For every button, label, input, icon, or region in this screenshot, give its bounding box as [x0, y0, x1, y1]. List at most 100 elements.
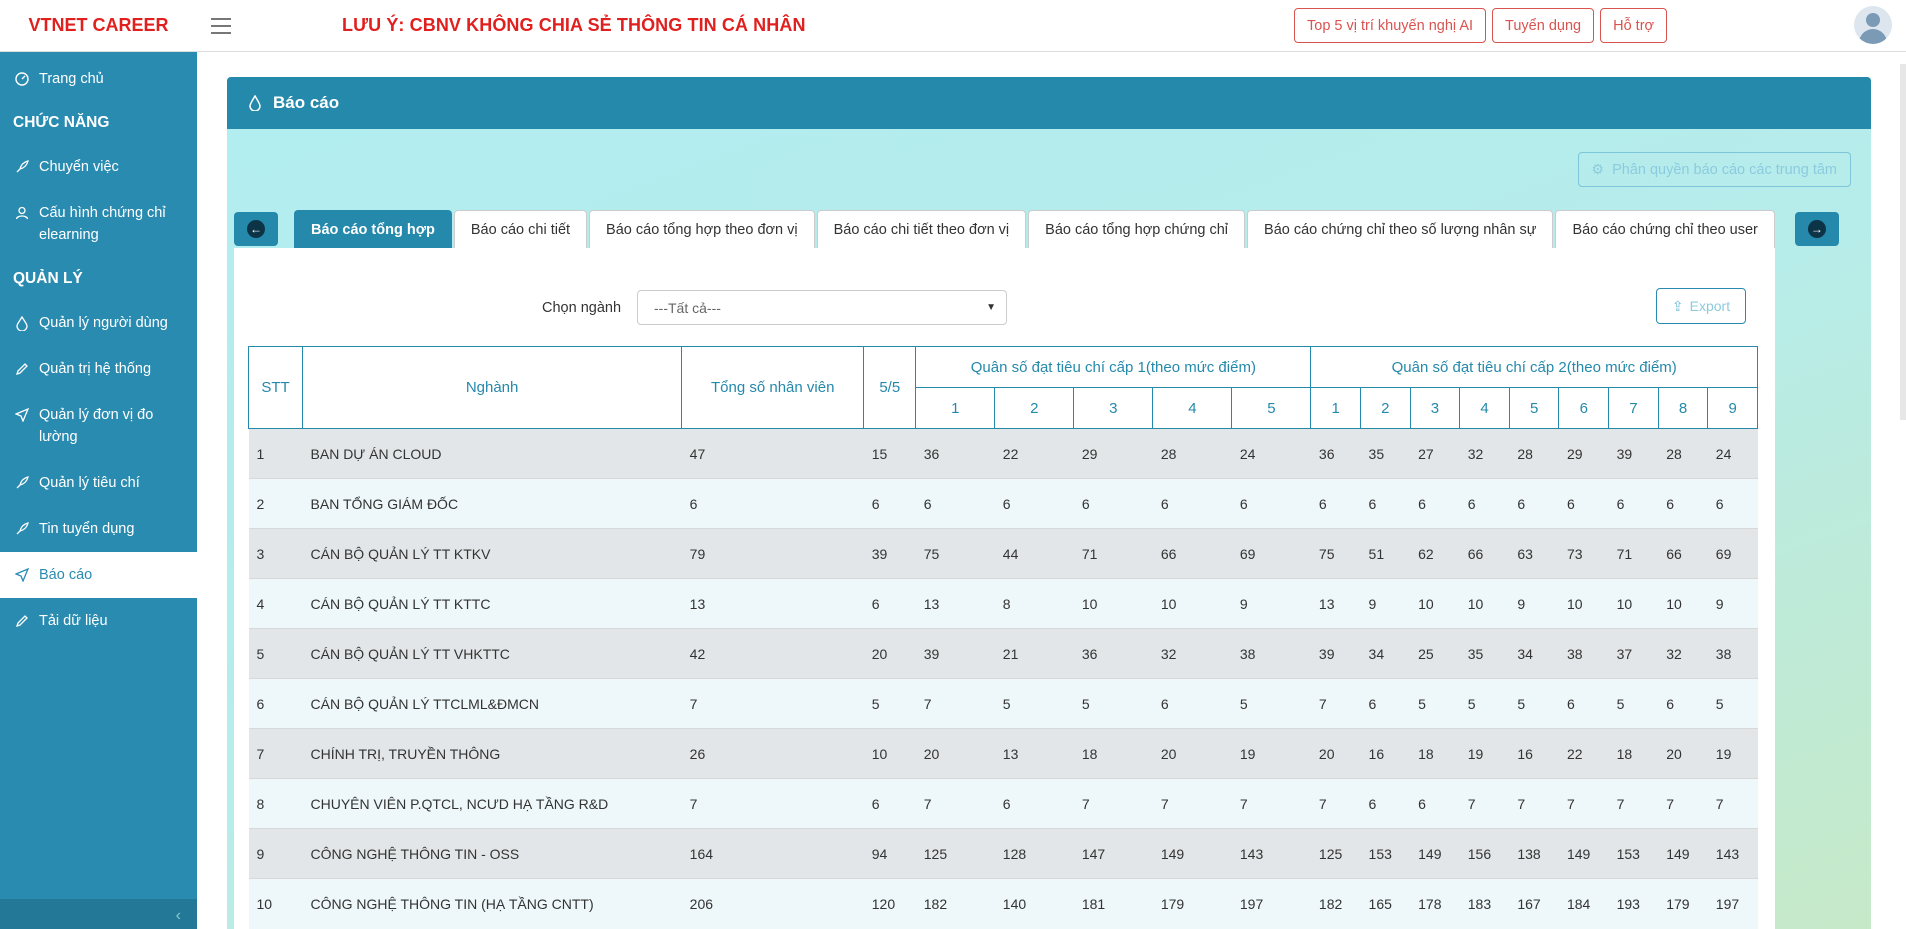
sidebar-item-transfer[interactable]: Chuyển việc	[0, 144, 197, 190]
table-cell: 6	[1608, 478, 1659, 529]
tab-cert-by-user[interactable]: Báo cáo chứng chỉ theo user	[1555, 210, 1775, 249]
table-cell: 153	[1360, 828, 1411, 879]
table-cell: 153	[1608, 828, 1659, 879]
export-button[interactable]: ⇪ Export	[1656, 288, 1746, 324]
page-scrollbar[interactable]	[1900, 64, 1906, 420]
tab-summary-by-unit[interactable]: Báo cáo tổng hợp theo đơn vị	[589, 210, 815, 249]
table-cell: 7	[1459, 778, 1510, 829]
table-cell: 6	[1073, 478, 1153, 529]
table-cell: 15	[863, 428, 916, 479]
table-cell: 20	[915, 728, 995, 779]
sidebar-collapse-bar[interactable]: ‹	[0, 899, 197, 929]
table-cell: 165	[1360, 878, 1411, 929]
table-cell: 36	[915, 428, 995, 479]
table-cell: 75	[1310, 528, 1361, 579]
tabs-next-button[interactable]: →	[1794, 212, 1839, 246]
table-cell: 1	[248, 428, 303, 479]
sidebar-section-functions: CHỨC NĂNG	[13, 114, 110, 131]
table-cell: 6	[1558, 478, 1609, 529]
sidebar-item-system[interactable]: Quản trị hệ thống	[0, 346, 197, 392]
table-cell: 7	[1152, 778, 1232, 829]
tabs-prev-button[interactable]: ←	[234, 212, 278, 246]
table-cell: 6	[994, 778, 1074, 829]
table-row: 3 CÁN BỘ QUẢN LÝ TT KTKV 79 39 75 44 71 66 69 75 5…	[248, 528, 1758, 579]
report-permission-button[interactable]: ⚙ Phân quyền báo cáo các trung tâm	[1577, 152, 1851, 187]
col-level2-2: 2	[1360, 387, 1411, 429]
table-cell: 5	[1231, 678, 1311, 729]
table-cell: 125	[1310, 828, 1361, 879]
table-row: 2 BAN TỔNG GIÁM ĐỐC 6 6 6 6 6 6 6 6 6 6 6 6 6 6 6 6	[248, 478, 1758, 529]
share-icon: ⇪	[1671, 297, 1684, 314]
table-cell: 44	[994, 528, 1074, 579]
table-cell: 149	[1410, 828, 1460, 879]
col-group-level1: Quân số đạt tiêu chí cấp 1(theo mức điểm…	[915, 346, 1312, 388]
industry-filter-label: Chọn ngành	[542, 299, 622, 316]
table-cell: 38	[1707, 628, 1758, 679]
table-cell: 7	[248, 728, 303, 779]
table-cell: 7	[1509, 778, 1559, 829]
table-cell: 6	[1360, 478, 1411, 529]
rocket-icon	[14, 472, 30, 494]
industry-cell: CÁN BỘ QUẢN LÝ TTCLML&ĐMCN	[302, 678, 682, 729]
table-cell: 16	[1509, 728, 1559, 779]
table-cell: 19	[1459, 728, 1510, 779]
sidebar-item-users[interactable]: Quản lý người dùng	[0, 300, 197, 346]
col-level1-4: 4	[1152, 387, 1233, 429]
sidebar-item-home[interactable]: Trang chủ	[0, 56, 197, 102]
tab-summary-report[interactable]: Báo cáo tổng hợp	[294, 210, 452, 249]
table-cell: 39	[863, 528, 916, 579]
sidebar-item-label: Báo cáo	[39, 567, 93, 583]
table-cell: 6	[1658, 478, 1708, 529]
col-stt: STT	[247, 346, 304, 429]
sidebar-item-reports[interactable]: Báo cáo	[0, 552, 197, 598]
sidebar-item-label: Quản trị hệ thống	[39, 361, 152, 377]
table-cell: 7	[681, 778, 864, 829]
support-button[interactable]: Hỗ trợ	[1600, 8, 1668, 43]
tab-cert-by-headcount[interactable]: Báo cáo chứng chỉ theo số lượng nhân sự	[1247, 210, 1554, 249]
table-cell: 10	[1459, 578, 1510, 629]
sidebar-item-config-cert[interactable]: Cấu hình chứng chỉ elearning	[0, 190, 197, 258]
col-industry: Nghành	[302, 346, 683, 429]
table-cell: 149	[1558, 828, 1609, 879]
sidebar-item-jobs[interactable]: Tin tuyển dụng	[0, 506, 197, 552]
industry-select-value: ---Tất cả---	[654, 299, 721, 316]
table-cell: 38	[1558, 628, 1609, 679]
sidebar-item-label: Cấu hình chứng chỉ elearning	[39, 205, 166, 243]
table-cell: 38	[1231, 628, 1311, 679]
industry-cell: CÔNG NGHỆ THÔNG TIN (HẠ TẦNG CNTT)	[302, 878, 682, 929]
table-cell: 182	[915, 878, 995, 929]
table-cell: 71	[1073, 528, 1153, 579]
table-cell: 8	[994, 578, 1074, 629]
table-cell: 32	[1658, 628, 1708, 679]
table-cell: 5	[1509, 678, 1559, 729]
sidebar-item-upload[interactable]: Tải dữ liệu	[0, 598, 197, 644]
send-icon	[14, 564, 30, 586]
card-header: Báo cáo	[227, 77, 1871, 129]
tab-cert-summary[interactable]: Báo cáo tổng hợp chứng chỉ	[1028, 210, 1246, 249]
table-cell: 73	[1558, 528, 1609, 579]
table-cell: 20	[1152, 728, 1232, 779]
sidebar-item-label: Chuyển việc	[39, 159, 119, 175]
table-cell: 6	[1310, 478, 1361, 529]
col-level2-6: 6	[1558, 387, 1610, 429]
sidebar-item-criteria[interactable]: Quản lý tiêu chí	[0, 460, 197, 506]
table-cell: 34	[1360, 628, 1411, 679]
industry-select[interactable]: ---Tất cả--- ▼	[637, 290, 1008, 325]
report-permission-label: Phân quyền báo cáo các trung tâm	[1612, 161, 1837, 178]
sidebar-item-units[interactable]: Quản lý đơn vị đo lường	[0, 392, 197, 460]
hamburger-icon[interactable]	[211, 17, 231, 34]
table-cell: 7	[1073, 778, 1153, 829]
table-cell: 5	[1073, 678, 1153, 729]
card-title: Báo cáo	[273, 93, 340, 112]
top5-ai-button[interactable]: Top 5 vị trí khuyến nghị AI	[1294, 8, 1487, 43]
table-cell: 26	[681, 728, 864, 779]
table-cell: 10	[1608, 578, 1659, 629]
tab-detail-by-unit[interactable]: Báo cáo chi tiết theo đơn vị	[816, 210, 1027, 249]
sidebar: VTNET CAREER Trang chủ CHỨC NĂNG Chuyển …	[0, 0, 197, 929]
brand-logo[interactable]: VTNET CAREER	[0, 0, 197, 52]
report-panel: Chọn ngành ---Tất cả--- ▼ ⇪ Export STT N…	[234, 248, 1775, 929]
table-cell: 6	[1459, 478, 1510, 529]
avatar[interactable]	[1854, 6, 1892, 44]
recruitment-button[interactable]: Tuyển dụng	[1492, 8, 1595, 43]
tab-detail-report[interactable]: Báo cáo chi tiết	[453, 210, 588, 249]
